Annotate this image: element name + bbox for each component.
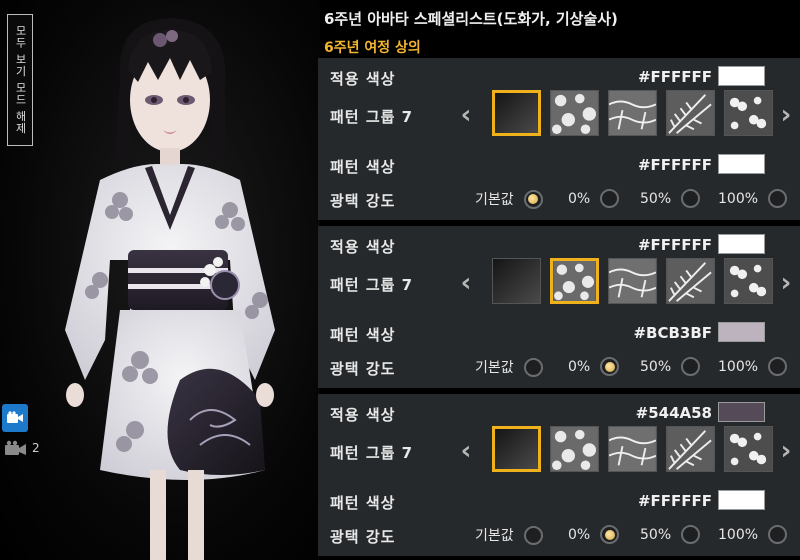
cherry-pattern-icon[interactable] [724,258,773,304]
gloss-radio[interactable] [523,189,543,209]
hide-all-mode-toggle[interactable]: 모두 보기 모드 해제 [7,14,33,146]
avatar-character-image [65,18,275,560]
gloss-option-default[interactable]: 기본값 [475,189,543,209]
camera-count-value: 2 [32,441,40,455]
pattern-color-label: 패턴 색상 [330,158,396,176]
hide-all-mode-label: 모두 보기 모드 해제 [14,25,27,135]
solid-pattern-icon[interactable] [492,426,541,472]
gloss-label: 광택 강도 [330,192,396,210]
gloss-radio[interactable] [523,525,543,545]
solid-pattern-icon[interactable] [492,258,541,304]
gloss-radio[interactable] [768,189,788,208]
apply-color-swatch[interactable] [718,234,765,254]
gloss-row: 광택 강도 기본값 0% 50% 100% [318,522,800,550]
pattern-prev-arrow-icon[interactable]: ‹ [458,100,474,130]
pattern-color-label: 패턴 색상 [330,494,396,512]
item-title: 6주년 아바타 스페셜리스트(도화가, 기상술사) [324,10,618,28]
item-subtitle: 6주년 여정 상의 [324,40,421,56]
apply-color-label: 적용 색상 [330,70,396,88]
pattern-group-label: 패턴 그룹 7 [330,108,414,126]
gloss-option-default[interactable]: 기본값 [475,357,543,377]
pattern-group-row: 패턴 그룹 7 ‹ › [318,90,800,148]
pattern-color-row: 패턴 색상 #FFFFFF [318,150,800,180]
gloss-radio[interactable] [681,189,701,208]
gloss-option-100[interactable]: 100% [718,357,788,376]
pattern-color-swatch[interactable] [718,490,765,510]
gloss-radio[interactable] [523,357,543,377]
pattern-color-row: 패턴 색상 #BCB3BF [318,318,800,348]
gloss-label: 광택 강도 [330,360,396,378]
gloss-radio[interactable] [768,525,788,544]
video-camera-icon [5,440,26,455]
pattern-prev-arrow-icon[interactable]: ‹ [458,268,474,298]
gloss-row: 광택 강도 기본값 0% 50% 100% [318,186,800,214]
gloss-option-0[interactable]: 0% [568,525,620,544]
gloss-radio[interactable] [681,357,701,376]
pattern-group-row: 패턴 그룹 7 ‹ › [318,258,800,316]
pattern-next-arrow-icon[interactable]: › [778,436,794,466]
hibiscus-pattern-icon[interactable] [550,90,599,136]
gloss-radio[interactable] [600,525,620,544]
pattern-group-label: 패턴 그룹 7 [330,276,414,294]
pattern-color-row: 패턴 색상 #FFFFFF [318,486,800,516]
pattern-next-arrow-icon[interactable]: › [778,268,794,298]
apply-color-label: 적용 색상 [330,406,396,424]
pattern-group-label: 패턴 그룹 7 [330,444,414,462]
dye-panel-3: 적용 색상 #544A58 패턴 그룹 7 ‹ › 패턴 색상 #FFFFFF … [318,394,800,556]
camera-count: 2 [4,440,40,456]
apply-color-row: 적용 색상 #FFFFFF [318,230,800,258]
pattern-color-hex: #FFFFFF [637,156,712,174]
apply-color-hex: #FFFFFF [637,236,712,254]
tropical-island-pattern-icon[interactable] [608,426,657,472]
palm-leaf-pattern-icon[interactable] [666,258,715,304]
gloss-row: 광택 강도 기본값 0% 50% 100% [318,354,800,382]
cherry-pattern-icon[interactable] [724,426,773,472]
gloss-option-0[interactable]: 0% [568,357,620,376]
palm-leaf-pattern-icon[interactable] [666,90,715,136]
gloss-option-default[interactable]: 기본값 [475,525,543,545]
apply-color-row: 적용 색상 #544A58 [318,398,800,426]
gloss-radio[interactable] [768,357,788,376]
gloss-option-50[interactable]: 50% [640,525,701,544]
gloss-option-50[interactable]: 50% [640,189,701,208]
pattern-color-hex: #BCB3BF [633,324,712,342]
apply-color-swatch[interactable] [718,66,765,86]
gloss-option-100[interactable]: 100% [718,189,788,208]
apply-color-hex: #FFFFFF [637,68,712,86]
apply-color-row: 적용 색상 #FFFFFF [318,62,800,90]
gloss-radio[interactable] [600,357,620,376]
pattern-color-label: 패턴 색상 [330,326,396,344]
solid-pattern-icon[interactable] [492,90,541,136]
hibiscus-pattern-icon[interactable] [550,426,599,472]
apply-color-hex: #544A58 [635,404,712,422]
pattern-color-swatch[interactable] [718,322,765,342]
gloss-option-100[interactable]: 100% [718,525,788,544]
pattern-prev-arrow-icon[interactable]: ‹ [458,436,474,466]
character-preview: 모두 보기 모드 해제 2 [0,0,320,560]
gloss-radio[interactable] [600,189,620,208]
camera-icon[interactable] [2,404,28,432]
pattern-group-row: 패턴 그룹 7 ‹ › [318,426,800,484]
pattern-next-arrow-icon[interactable]: › [778,100,794,130]
apply-color-label: 적용 색상 [330,238,396,256]
tropical-island-pattern-icon[interactable] [608,90,657,136]
item-header: 6주년 아바타 스페셜리스트(도화가, 기상술사) 6주년 여정 상의 [324,8,618,57]
cherry-pattern-icon[interactable] [724,90,773,136]
dye-panel-2: 적용 색상 #FFFFFF 패턴 그룹 7 ‹ › 패턴 색상 #BCB3BF … [318,226,800,388]
apply-color-swatch[interactable] [718,402,765,422]
pattern-color-hex: #FFFFFF [637,492,712,510]
pattern-color-swatch[interactable] [718,154,765,174]
gloss-option-0[interactable]: 0% [568,189,620,208]
gloss-radio[interactable] [681,525,701,544]
dye-panel-1: 적용 색상 #FFFFFF 패턴 그룹 7 ‹ › 패턴 색상 #FFFFFF … [318,58,800,220]
palm-leaf-pattern-icon[interactable] [666,426,715,472]
gloss-option-50[interactable]: 50% [640,357,701,376]
hibiscus-pattern-icon[interactable] [550,258,599,304]
tropical-island-pattern-icon[interactable] [608,258,657,304]
gloss-label: 광택 강도 [330,528,396,546]
